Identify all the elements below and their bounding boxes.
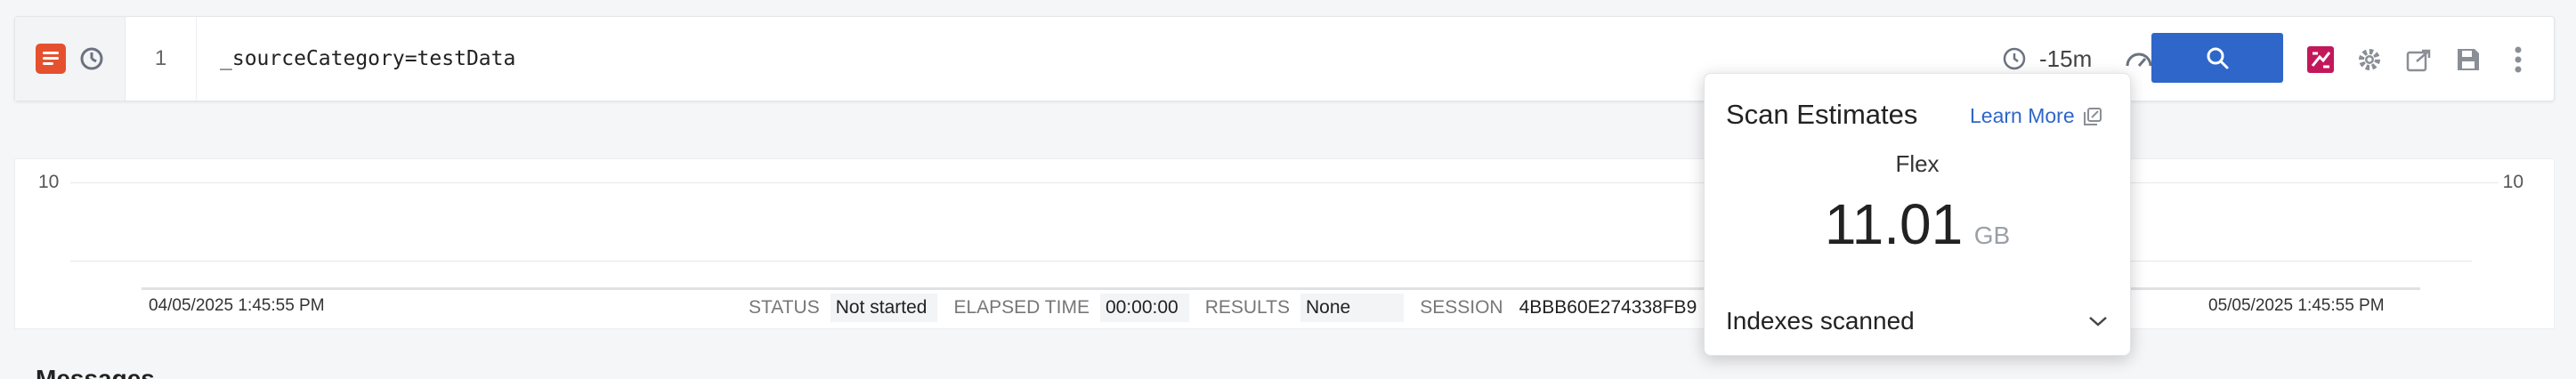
save-icon [2458,49,2479,70]
settings-button[interactable] [2352,42,2387,77]
learn-more-label: Learn More [1970,104,2075,127]
time-range-label: -15m [2039,44,2093,72]
aggregates-icon[interactable] [78,45,105,72]
scan-estimates-title: Scan Estimates [1726,99,1918,130]
share-button[interactable] [2401,42,2436,77]
y-axis-max-right: 10 [2502,172,2523,192]
start-time-label: 04/05/2025 1:45:55 PM [149,296,325,315]
share-icon [2406,49,2431,72]
histogram-panel: 10 10 04/05/2025 1:45:55 PM 05/05/2025 1… [14,158,2555,329]
status-label: STATUS [749,297,820,318]
learn-more-link[interactable]: Learn More [1970,104,2102,128]
messages-icon[interactable] [35,44,66,74]
save-button[interactable] [2450,42,2486,77]
scan-estimate-value: 11.01 GB [1705,191,2130,257]
gridline-top [70,182,2499,183]
status-value: Not started [830,294,938,322]
more-options-button[interactable] [2500,42,2536,77]
line-number: 1 [126,17,197,101]
external-link-icon [2083,107,2102,125]
compare-icon [2307,46,2334,73]
results-value: None [1300,294,1405,322]
indexes-scanned-label: Indexes scanned [1726,307,1915,335]
search-icon [2207,47,2229,69]
results-label: RESULTS [1204,297,1291,318]
gear-icon [2359,49,2380,70]
clock-icon [2003,47,2026,70]
search-button[interactable] [2151,33,2283,83]
query-bar: 1 _sourceCategory=testData -15m [14,16,2555,101]
more-vertical-icon [2515,46,2522,73]
scan-estimate-number: 11.01 [1824,192,1964,256]
data-tier-label: Flex [1895,150,1940,177]
search-status-bar: STATUS Not started ELAPSED TIME 00:00:00… [749,293,1723,323]
compare-button[interactable] [2303,42,2338,77]
elapsed-time-value: 00:00:00 [1099,294,1189,322]
scan-estimate-unit: GB [1973,222,2011,249]
session-label: SESSION [1420,297,1503,318]
session-value: 4BBB60E274338FB9 [1519,297,1697,318]
query-mode-icons [15,17,126,101]
query-editor[interactable]: _sourceCategory=testData [220,17,515,101]
indexes-scanned-toggle[interactable]: Indexes scanned [1726,307,2109,335]
speedometer-icon[interactable] [2124,46,2154,71]
elapsed-time-label: ELAPSED TIME [953,297,1090,318]
messages-title: Messages [36,365,155,379]
y-axis-max-left: 10 [38,172,60,192]
chevron-down-icon [2089,317,2107,327]
scan-estimates-popover: Scan Estimates Learn More Flex 11.01 GB … [1704,73,2131,356]
end-time-label: 05/05/2025 1:45:55 PM [2208,296,2385,315]
